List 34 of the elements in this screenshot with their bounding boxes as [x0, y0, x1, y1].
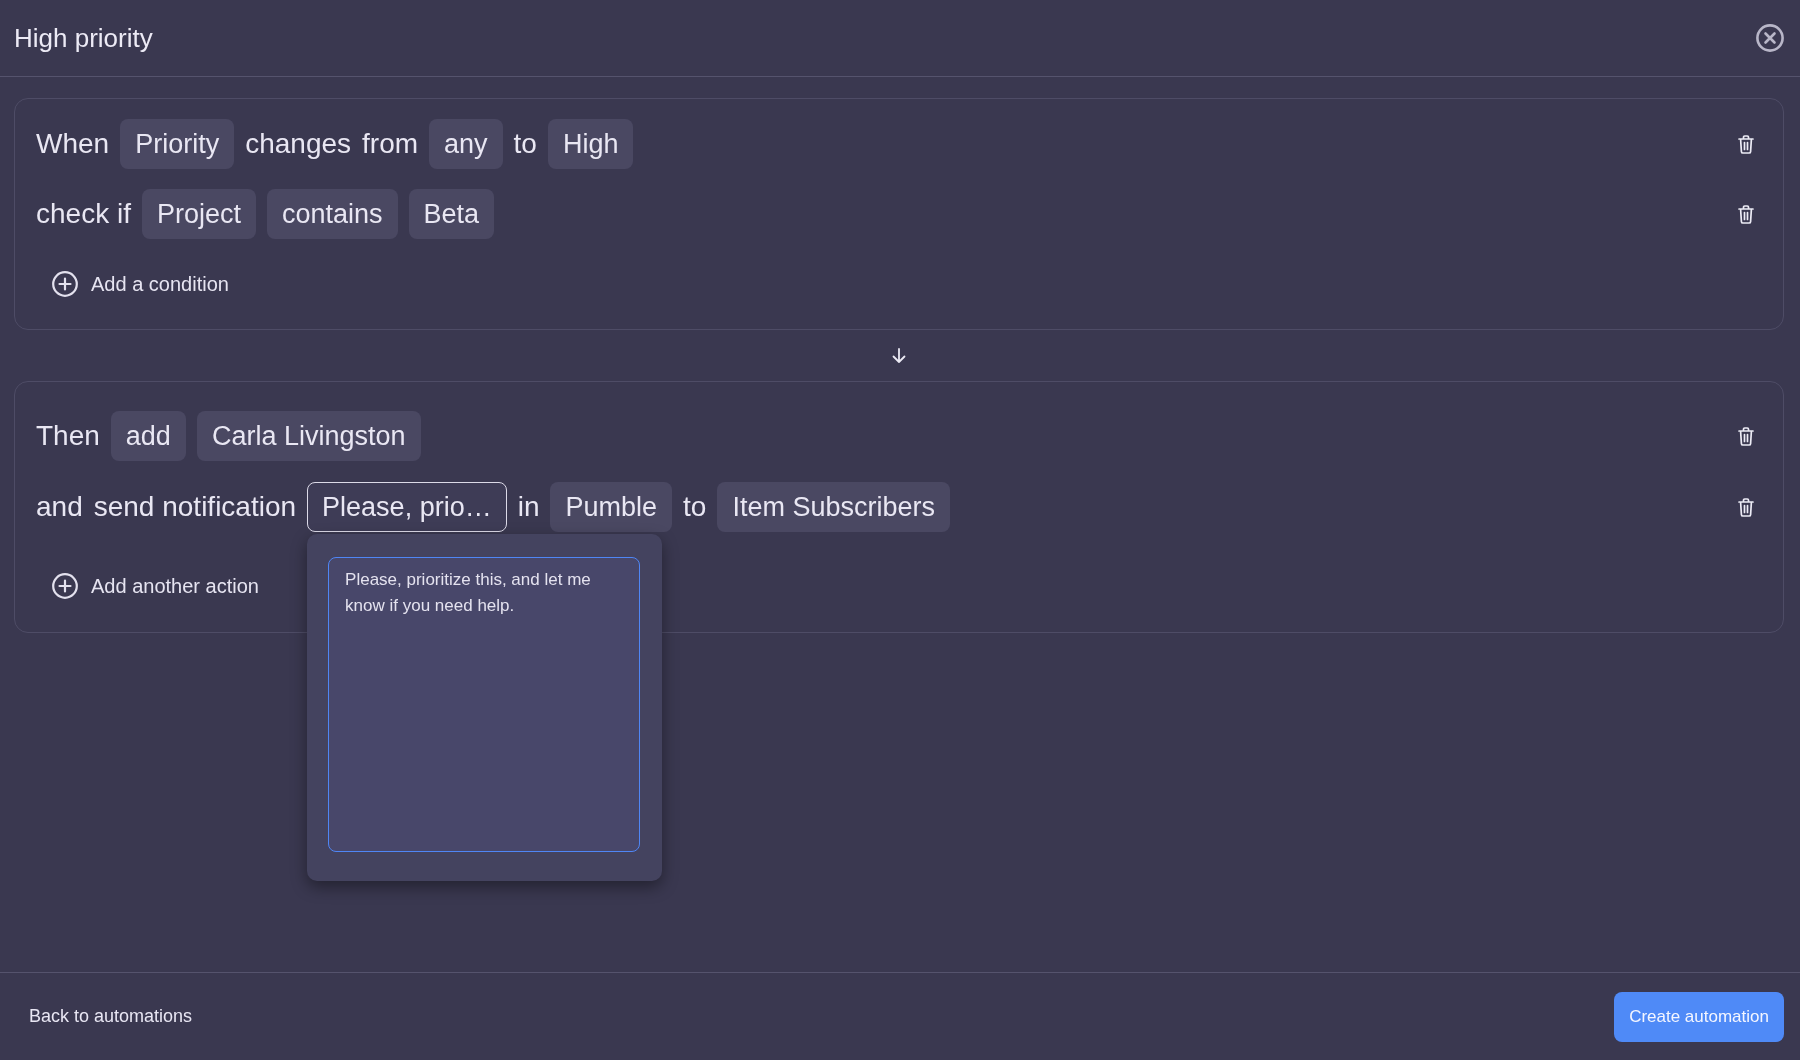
- value-selector[interactable]: Please, prio…: [307, 482, 507, 532]
- close-icon[interactable]: [1756, 24, 1784, 52]
- trash-icon[interactable]: [1738, 134, 1754, 154]
- value-selector[interactable]: Beta: [408, 189, 495, 239]
- rule-text: Then: [36, 420, 100, 452]
- window-title: High priority: [14, 22, 153, 54]
- rule-text: in: [517, 491, 540, 523]
- value-selector[interactable]: any: [429, 119, 503, 169]
- value-selector[interactable]: add: [110, 411, 186, 461]
- back-link[interactable]: Back to automations: [29, 1006, 193, 1027]
- add-button[interactable]: Add a condition: [52, 271, 229, 297]
- trash-icon[interactable]: [1738, 497, 1754, 517]
- rule-text: from: [362, 128, 419, 160]
- value-selector[interactable]: Pumble: [550, 482, 672, 532]
- value-selector[interactable]: Priority: [120, 119, 235, 169]
- trash-icon[interactable]: [1738, 426, 1754, 446]
- arrow-down-icon: [892, 347, 906, 364]
- value-selector[interactable]: Item Subscribers: [717, 482, 950, 532]
- rule-text: to: [683, 491, 707, 523]
- add-button[interactable]: Add another action: [52, 573, 259, 599]
- message-field[interactable]: Please, prioritize this, and let me know if you need help.: [328, 557, 641, 852]
- rule-text: When: [36, 128, 110, 160]
- value-selector[interactable]: Project: [141, 189, 256, 239]
- trash-icon[interactable]: [1738, 204, 1754, 224]
- add-icon: [52, 573, 78, 599]
- value-selector[interactable]: High: [547, 119, 634, 169]
- rule-text: and: [36, 491, 83, 523]
- rule-text: check if: [36, 198, 131, 230]
- add-icon: [52, 271, 78, 297]
- rule-text: to: [513, 128, 537, 160]
- rule-text: changes: [245, 128, 352, 160]
- rule-text: send notification: [93, 491, 297, 523]
- value-selector[interactable]: Carla Livingston: [196, 411, 421, 461]
- value-selector[interactable]: contains: [267, 189, 398, 239]
